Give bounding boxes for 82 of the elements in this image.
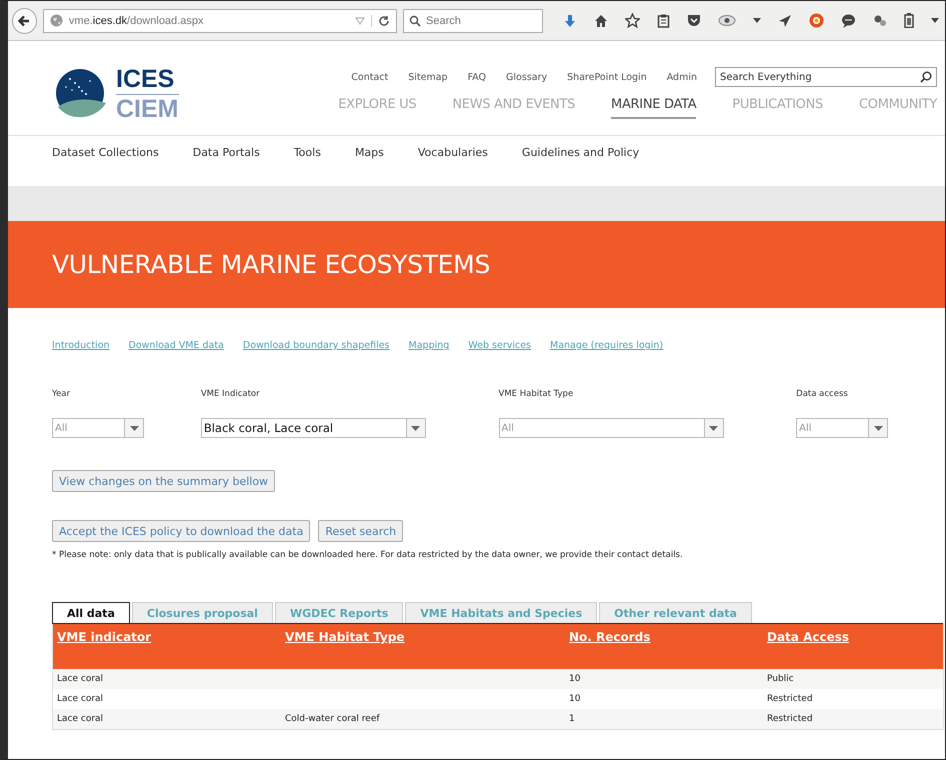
sub-nav-item[interactable]: Maps (354, 146, 384, 186)
sub-nav-item[interactable]: Guidelines and Policy (522, 146, 640, 186)
top-link[interactable]: Admin (666, 72, 697, 82)
filter-dropdown[interactable]: All (498, 418, 724, 438)
caret-icon (411, 426, 420, 430)
note-text: * Please note: only data that is publically available can be downloaded here. For data restricted by the data owner, we provide their contact details. (52, 550, 684, 560)
tab[interactable]: VME Habitats and Species (405, 602, 598, 623)
caret-icon (709, 426, 718, 430)
main-nav-item[interactable]: COMMUNITY (859, 97, 937, 119)
send-icon[interactable] (778, 14, 792, 28)
search-icon[interactable] (920, 71, 932, 83)
back-button[interactable] (12, 8, 37, 34)
page-title: VULNERABLE MARINE ECOSYSTEMS (52, 250, 490, 279)
address-bar[interactable]: vme.ices.dk/download.aspx (42, 8, 397, 32)
page-link[interactable]: Manage (requires login) (550, 340, 664, 351)
caret-icon (874, 426, 883, 430)
tab[interactable]: WGDEC Reports (274, 602, 404, 623)
caret-icon (130, 426, 138, 430)
reload-icon[interactable] (371, 14, 390, 26)
action-button[interactable]: Reset search (318, 520, 404, 542)
filter-dropdown[interactable]: Black coral, Lace coral (200, 418, 426, 438)
table-cell: Lace coral (57, 694, 104, 704)
tab[interactable]: All data (52, 602, 130, 623)
top-link[interactable]: SharePoint Login (567, 72, 647, 82)
column-header[interactable]: No. Records (569, 630, 650, 644)
main-nav-item[interactable]: NEWS AND EVENTS (452, 97, 576, 119)
download-icon[interactable] (563, 14, 577, 28)
column-header[interactable]: Data Access (767, 630, 850, 644)
view-changes-button[interactable]: View changes on the summary bellow (52, 470, 276, 492)
page-link[interactable]: Mapping (408, 340, 450, 351)
tab[interactable]: Closures proposal (132, 602, 273, 623)
top-link[interactable]: Sitemap (408, 72, 448, 82)
table-cell: 10 (569, 674, 580, 684)
pocket-icon[interactable] (687, 14, 701, 27)
page-link[interactable]: Introduction (52, 340, 110, 351)
filter-label: VME Habitat Type (498, 389, 574, 399)
sub-nav-item[interactable]: Dataset Collections (52, 146, 159, 186)
table-cell: Lace coral (57, 674, 104, 684)
main-nav-item[interactable]: PUBLICATIONS (732, 97, 823, 119)
star-icon[interactable] (625, 13, 640, 28)
table-cell: Cold-water coral reef (285, 714, 380, 724)
browser-search-field[interactable]: Search (403, 8, 543, 32)
clipboard-icon[interactable] (657, 14, 670, 28)
top-link[interactable]: Glossary (506, 72, 548, 82)
filter-label: VME Indicator (200, 389, 261, 399)
action-button[interactable]: Accept the ICES policy to download the data (52, 520, 310, 542)
globe-icon (50, 14, 63, 27)
sub-nav-item[interactable]: Tools (294, 146, 321, 186)
column-header[interactable]: VME Habitat Type (285, 630, 405, 644)
url-text: vme.ices.dk/download.aspx (68, 14, 204, 26)
back-arrow-icon (17, 14, 32, 28)
page-link[interactable]: Download boundary shapefiles (242, 340, 390, 351)
table-cell: 1 (569, 714, 575, 724)
filter-dropdown[interactable]: All (52, 418, 144, 438)
logo-text: CIEM (116, 94, 178, 124)
battery-icon[interactable] (904, 13, 914, 28)
main-nav-item[interactable]: EXPLORE US (338, 97, 416, 119)
caret-icon[interactable] (753, 18, 761, 23)
table-cell: 10 (569, 694, 580, 704)
eye-icon[interactable] (718, 14, 736, 27)
top-link[interactable]: Contact (351, 72, 388, 82)
filter-label: Year (52, 389, 71, 399)
main-nav-item[interactable]: MARINE DATA (611, 97, 696, 119)
filter-dropdown[interactable]: All (796, 418, 888, 438)
top-link[interactable]: FAQ (468, 72, 486, 82)
search-icon (409, 14, 421, 26)
caret-icon[interactable] (931, 18, 939, 23)
home-icon[interactable] (594, 14, 608, 28)
chat-icon[interactable] (841, 14, 856, 28)
page-link[interactable]: Web services (468, 340, 532, 351)
logo-text: ICES (116, 64, 178, 94)
column-header[interactable]: VME indicator (57, 630, 152, 644)
page-link[interactable]: Download VME data (128, 340, 224, 351)
table-cell: Restricted (767, 694, 813, 704)
table-cell: Lace coral (57, 714, 104, 724)
filter-label: Data access (796, 389, 849, 399)
tab[interactable]: Other relevant data (599, 602, 752, 623)
site-search-field[interactable]: Search Everything (715, 67, 937, 87)
table-cell: Restricted (767, 714, 813, 724)
sub-nav-item[interactable]: Vocabularies (418, 146, 488, 186)
table-cell: Public (767, 674, 794, 684)
sub-nav-item[interactable]: Data Portals (192, 146, 260, 186)
